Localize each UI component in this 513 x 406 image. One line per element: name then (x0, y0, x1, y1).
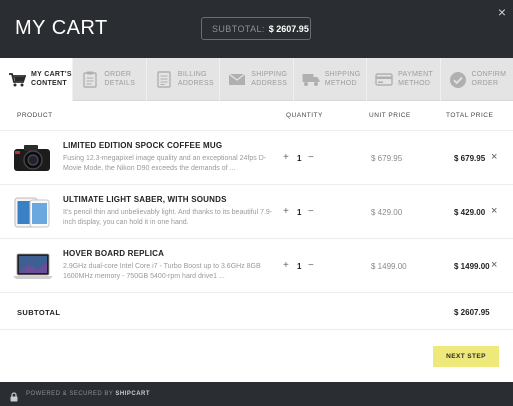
clipboard-icon (81, 71, 99, 89)
envelope-icon (228, 71, 246, 89)
unit-price: $ 1499.00 (371, 262, 407, 271)
laptop-icon (12, 249, 53, 283)
remove-item-button[interactable]: × (491, 152, 497, 163)
header-subtotal-label: SUBTOTAL: (212, 23, 265, 34)
step-shipping-address[interactable]: SHIPPING ADDRESS (220, 58, 294, 101)
increase-quantity-button[interactable]: + (283, 207, 289, 217)
lock-icon (10, 389, 20, 402)
quantity-value: 1 (297, 208, 302, 217)
step-cart-content[interactable]: MY CART'S CONTENT (0, 58, 74, 102)
header-subtotal-value: $ 2607.95 (268, 23, 309, 34)
subtotal-value: $ 2607.95 (454, 308, 490, 317)
column-header-total-price: TOTAL PRICE (446, 112, 494, 119)
column-header-quantity: QUANTITY (286, 112, 323, 119)
total-price: $ 1499.00 (454, 262, 490, 271)
footer: POWERED & SECURED BY SHIPCART (0, 382, 513, 406)
decrease-quantity-button[interactable]: − (308, 261, 314, 271)
step-label: PAYMENT METHOD (398, 71, 434, 87)
table-row: HOVER BOARD REPLICA 2.9GHz dual-core Int… (0, 239, 513, 293)
step-billing-address[interactable]: BILLING ADDRESS (147, 58, 221, 101)
cart-icon (8, 71, 26, 89)
credit-card-icon (375, 71, 393, 89)
close-icon[interactable]: × (498, 5, 506, 19)
product-description: Fusing 12.3-megapixel image quality and … (63, 155, 267, 172)
total-price: $ 429.00 (454, 208, 486, 217)
quantity-value: 1 (297, 262, 302, 271)
remove-item-button[interactable]: × (491, 206, 497, 217)
checkout-steps: MY CART'S CONTENT ORDER DETAILS BILLING ADD… (0, 58, 513, 102)
table-row: LIMITED EDITION SPOCK COFFEE MUG Fusing … (0, 131, 513, 185)
next-step-button[interactable]: NEXT STEP (433, 346, 499, 367)
column-header-unit-price: UNIT PRICE (369, 112, 411, 119)
step-payment-method[interactable]: PAYMENT METHOD (367, 58, 441, 101)
total-price: $ 679.95 (454, 154, 486, 163)
cart-subtotal-row: SUBTOTAL $ 2607.95 (0, 295, 513, 330)
page-title: MY CART (15, 17, 108, 39)
step-label: ORDER DETAILS (104, 71, 136, 87)
quantity-value: 1 (297, 154, 302, 163)
header-subtotal-box: SUBTOTAL: $ 2607.95 (201, 17, 311, 40)
footer-text: POWERED & SECURED BY (26, 391, 114, 397)
decrease-quantity-button[interactable]: − (308, 207, 314, 217)
step-order-details[interactable]: ORDER DETAILS (73, 58, 147, 101)
tablet-icon (12, 195, 52, 229)
product-description: It's pencil thin and unbelievably light.… (63, 209, 273, 226)
step-label: SHIPPING ADDRESS (251, 71, 288, 87)
checkmark-icon (449, 71, 467, 89)
subtotal-label: SUBTOTAL (17, 308, 61, 317)
decrease-quantity-button[interactable]: − (308, 153, 314, 163)
step-label: MY CART'S CONTENT (31, 71, 72, 87)
camera-icon (12, 141, 52, 175)
remove-item-button[interactable]: × (491, 260, 497, 271)
column-header-product: PRODUCT (17, 112, 53, 119)
product-description: 2.9GHz dual-core Intel Core i7 - Turbo B… (63, 263, 261, 280)
increase-quantity-button[interactable]: + (283, 153, 289, 163)
product-name: ULTIMATE LIGHT SABER, WITH SOUNDS (63, 195, 227, 204)
step-shipping-method[interactable]: SHIPPING METHOD (294, 58, 368, 101)
cart-header: MY CART SUBTOTAL: $ 2607.95 × (0, 0, 513, 58)
step-label: SHIPPING METHOD (324, 71, 361, 87)
step-label: BILLING ADDRESS (177, 71, 214, 87)
unit-price: $ 429.00 (371, 208, 403, 217)
truck-icon (302, 71, 320, 89)
product-name: LIMITED EDITION SPOCK COFFEE MUG (63, 141, 223, 150)
cart-table-header: PRODUCT QUANTITY UNIT PRICE TOTAL PRICE (0, 101, 513, 131)
product-name: HOVER BOARD REPLICA (63, 249, 165, 258)
unit-price: $ 679.95 (371, 154, 403, 163)
footer-brand: SHIPCART (115, 391, 151, 397)
step-label: CONFIRM ORDER (471, 71, 507, 87)
increase-quantity-button[interactable]: + (283, 261, 289, 271)
document-icon (155, 71, 173, 89)
step-confirm-order[interactable]: CONFIRM ORDER (441, 58, 513, 101)
table-row: ULTIMATE LIGHT SABER, WITH SOUNDS It's p… (0, 185, 513, 239)
